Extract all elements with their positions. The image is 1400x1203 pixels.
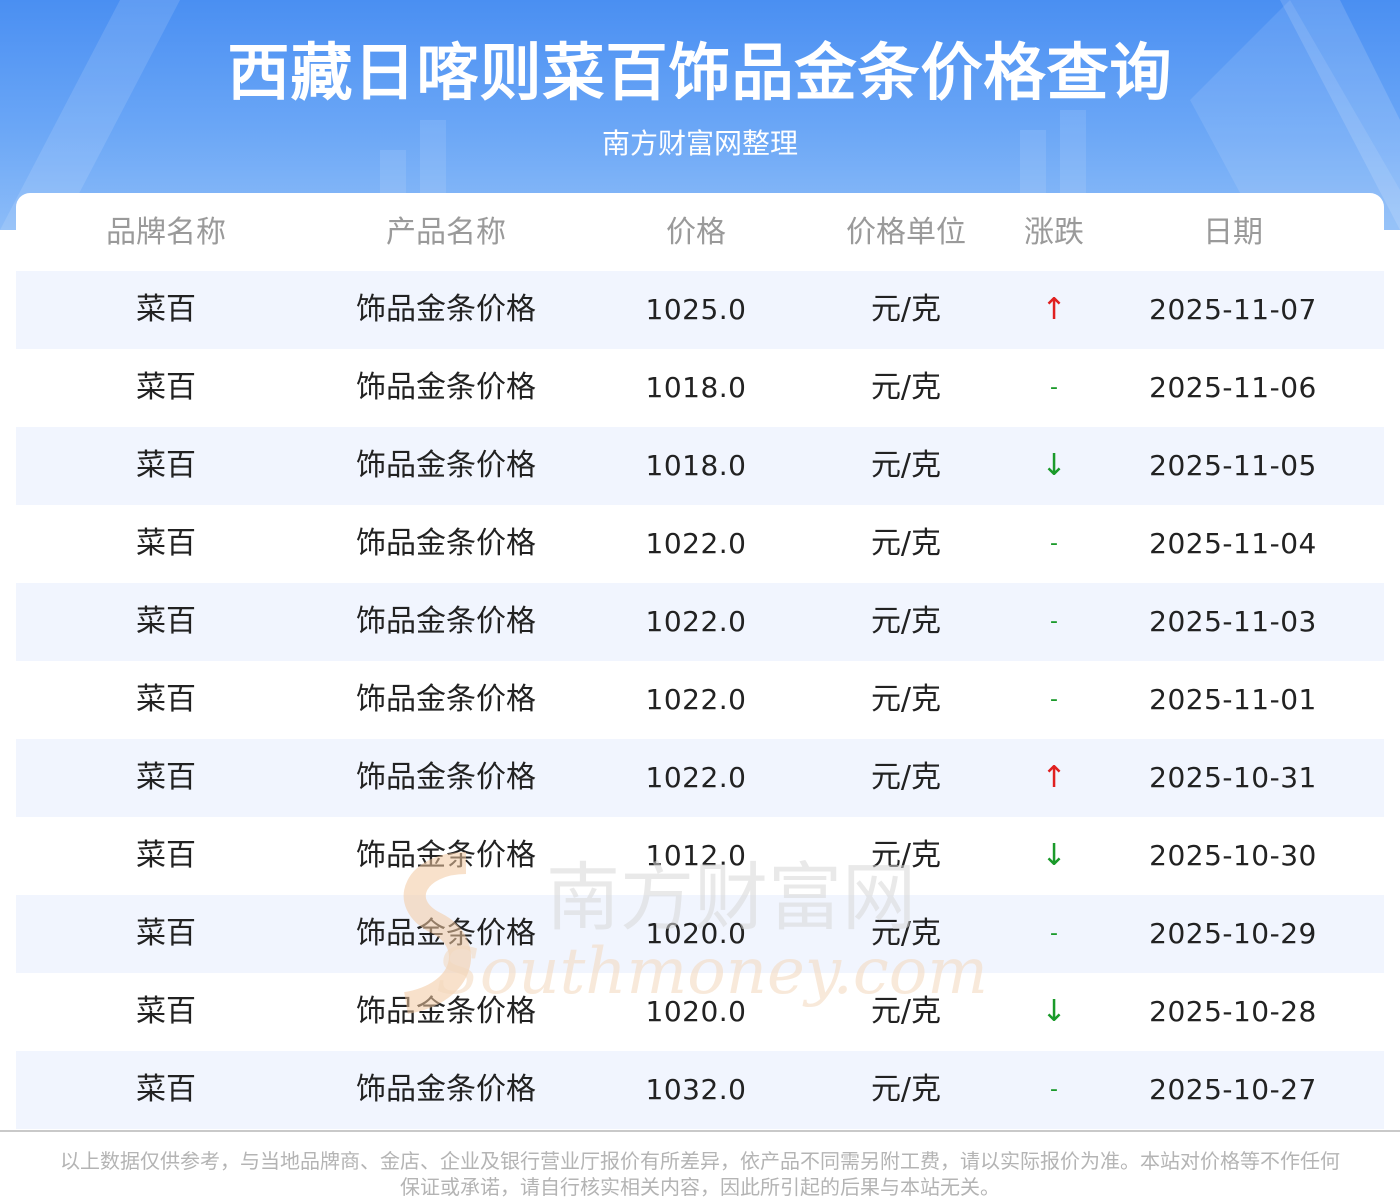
table-row: 菜百 饰品金条价格 1020.0 元/克 - 2025-10-29 bbox=[16, 895, 1384, 973]
table-row: 菜百 饰品金条价格 1012.0 元/克 ↓ 2025-10-30 bbox=[16, 817, 1384, 895]
cell-product: 饰品金条价格 bbox=[356, 760, 536, 795]
trend-up-indicator: ↑ bbox=[1041, 760, 1067, 795]
cell-price: 1032.0 bbox=[645, 1073, 747, 1106]
cell-brand: 菜百 bbox=[136, 838, 196, 873]
cell-brand: 菜百 bbox=[136, 682, 196, 717]
trend-down-indicator: ↓ bbox=[1041, 838, 1067, 873]
cell-unit: 元/克 bbox=[870, 448, 942, 483]
trend-up-indicator: ↑ bbox=[1041, 292, 1067, 327]
table-row: 菜百 饰品金条价格 1020.0 元/克 ↓ 2025-10-28 bbox=[16, 973, 1384, 1051]
table-row: 菜百 饰品金条价格 1032.0 元/克 - 2025-10-27 bbox=[16, 1051, 1384, 1129]
cell-date: 2025-10-30 bbox=[1149, 839, 1317, 872]
cell-date: 2025-10-28 bbox=[1149, 995, 1317, 1028]
table-header: 品牌名称 产品名称 价格 价格单位 涨跌 日期 bbox=[16, 193, 1384, 271]
cell-product: 饰品金条价格 bbox=[356, 604, 536, 639]
cell-product: 饰品金条价格 bbox=[356, 682, 536, 717]
cell-price: 1025.0 bbox=[645, 293, 747, 326]
cell-date: 2025-11-04 bbox=[1149, 527, 1317, 560]
cell-unit: 元/克 bbox=[870, 838, 942, 873]
cell-brand: 菜百 bbox=[136, 292, 196, 327]
column-header-price: 价格 bbox=[666, 215, 726, 250]
cell-date: 2025-11-01 bbox=[1149, 683, 1317, 716]
cell-price: 1022.0 bbox=[645, 527, 747, 560]
table-row: 菜百 饰品金条价格 1022.0 元/克 ↑ 2025-10-31 bbox=[16, 739, 1384, 817]
cell-price: 1022.0 bbox=[645, 605, 747, 638]
column-header-product: 产品名称 bbox=[386, 215, 506, 250]
table-row: 菜百 饰品金条价格 1022.0 元/克 - 2025-11-03 bbox=[16, 583, 1384, 661]
cell-date: 2025-10-31 bbox=[1149, 761, 1317, 794]
column-header-trend: 涨跌 bbox=[1024, 215, 1084, 250]
price-table: 品牌名称 产品名称 价格 价格单位 涨跌 日期 菜百 饰品金条价格 1025.0 元/… bbox=[16, 193, 1384, 1130]
cell-brand: 菜百 bbox=[136, 994, 196, 1029]
cell-date: 2025-11-06 bbox=[1149, 371, 1317, 404]
cell-date: 2025-11-05 bbox=[1149, 449, 1317, 482]
cell-product: 饰品金条价格 bbox=[356, 448, 536, 483]
cell-brand: 菜百 bbox=[136, 604, 196, 639]
cell-unit: 元/克 bbox=[870, 370, 942, 405]
cell-unit: 元/克 bbox=[870, 526, 942, 561]
cell-product: 饰品金条价格 bbox=[356, 1072, 536, 1107]
cell-price: 1022.0 bbox=[645, 683, 747, 716]
cell-unit: 元/克 bbox=[870, 916, 942, 951]
table-row: 菜百 饰品金条价格 1022.0 元/克 - 2025-11-01 bbox=[16, 661, 1384, 739]
trend-flat-indicator: - bbox=[1050, 609, 1058, 634]
table-row: 菜百 饰品金条价格 1018.0 元/克 - 2025-11-06 bbox=[16, 349, 1384, 427]
cell-product: 饰品金条价格 bbox=[356, 994, 536, 1029]
cell-price: 1012.0 bbox=[645, 839, 747, 872]
cell-product: 饰品金条价格 bbox=[356, 370, 536, 405]
footer-divider bbox=[0, 1130, 1400, 1132]
cell-price: 1018.0 bbox=[645, 371, 747, 404]
cell-date: 2025-10-29 bbox=[1149, 917, 1317, 950]
cell-unit: 元/克 bbox=[870, 604, 942, 639]
cell-product: 饰品金条价格 bbox=[356, 838, 536, 873]
column-header-brand: 品牌名称 bbox=[106, 215, 226, 250]
cell-price: 1020.0 bbox=[645, 995, 747, 1028]
cell-brand: 菜百 bbox=[136, 916, 196, 951]
page-subtitle: 南方财富网整理 bbox=[601, 127, 798, 160]
column-header-date: 日期 bbox=[1203, 215, 1263, 250]
cell-date: 2025-11-03 bbox=[1149, 605, 1317, 638]
cell-unit: 元/克 bbox=[870, 760, 942, 795]
column-header-unit: 价格单位 bbox=[846, 215, 966, 250]
page-title: 西藏日喀则菜百饰品金条价格查询 bbox=[227, 36, 1173, 109]
cell-price: 1022.0 bbox=[645, 761, 747, 794]
table-row: 菜百 饰品金条价格 1022.0 元/克 - 2025-11-04 bbox=[16, 505, 1384, 583]
cell-date: 2025-11-07 bbox=[1149, 293, 1317, 326]
cell-product: 饰品金条价格 bbox=[356, 916, 536, 951]
cell-brand: 菜百 bbox=[136, 1072, 196, 1107]
trend-down-indicator: ↓ bbox=[1041, 994, 1067, 1029]
cell-product: 饰品金条价格 bbox=[356, 292, 536, 327]
trend-flat-indicator: - bbox=[1050, 921, 1058, 946]
cell-unit: 元/克 bbox=[870, 292, 942, 327]
trend-flat-indicator: - bbox=[1050, 375, 1058, 400]
table-row: 菜百 饰品金条价格 1025.0 元/克 ↑ 2025-11-07 bbox=[16, 271, 1384, 349]
cell-product: 饰品金条价格 bbox=[356, 526, 536, 561]
trend-flat-indicator: - bbox=[1050, 1077, 1058, 1102]
cell-brand: 菜百 bbox=[136, 448, 196, 483]
cell-unit: 元/克 bbox=[870, 994, 942, 1029]
cell-unit: 元/克 bbox=[870, 1072, 942, 1107]
cell-brand: 菜百 bbox=[136, 370, 196, 405]
cell-price: 1020.0 bbox=[645, 917, 747, 950]
cell-unit: 元/克 bbox=[870, 682, 942, 717]
cell-brand: 菜百 bbox=[136, 760, 196, 795]
trend-flat-indicator: - bbox=[1050, 531, 1058, 556]
trend-down-indicator: ↓ bbox=[1041, 448, 1067, 483]
table-row: 菜百 饰品金条价格 1018.0 元/克 ↓ 2025-11-05 bbox=[16, 427, 1384, 505]
cell-date: 2025-10-27 bbox=[1149, 1073, 1317, 1106]
cell-brand: 菜百 bbox=[136, 526, 196, 561]
footer-disclaimer: 以上数据仅供参考，与当地品牌商、金店、企业及银行营业厅报价有所差异，依产品不同需… bbox=[60, 1149, 1340, 1199]
trend-flat-indicator: - bbox=[1050, 687, 1058, 712]
cell-price: 1018.0 bbox=[645, 449, 747, 482]
